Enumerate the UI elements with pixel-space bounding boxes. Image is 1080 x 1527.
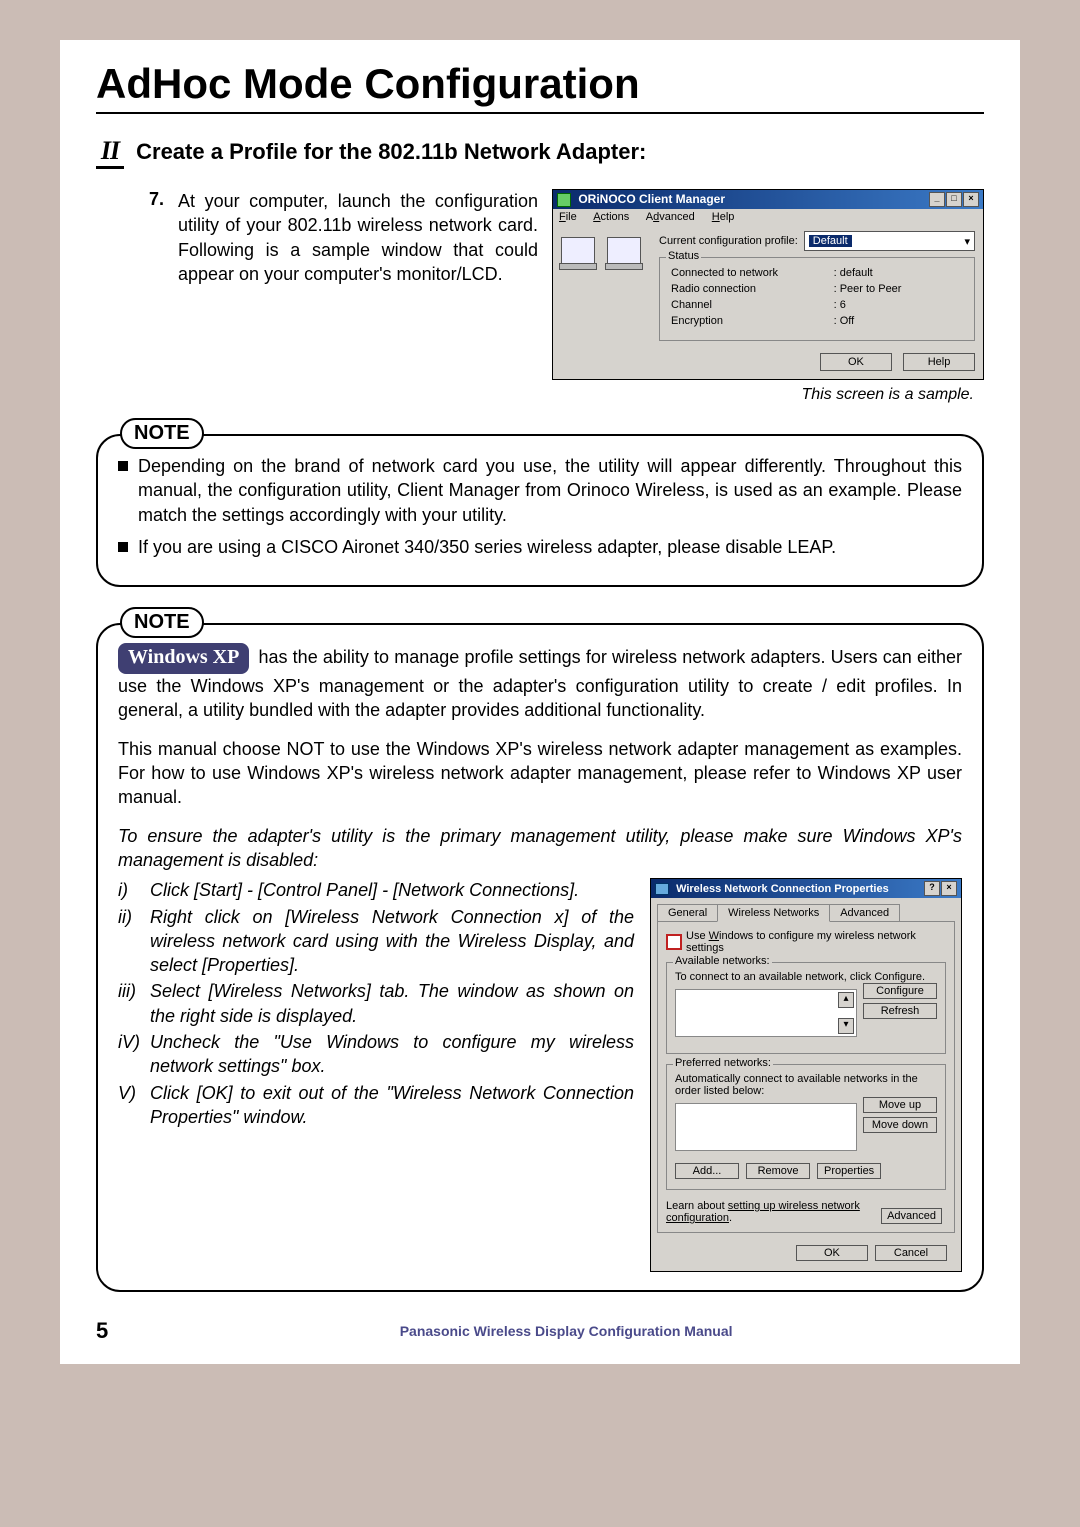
- window-titlebar: Wireless Network Connection Properties ?…: [651, 879, 961, 898]
- help-button[interactable]: Help: [903, 353, 975, 371]
- section-heading: II Create a Profile for the 802.11b Netw…: [96, 136, 984, 169]
- note2-para1: Windows XP has the ability to manage pro…: [118, 643, 962, 723]
- note1-item: Depending on the brand of network card y…: [118, 454, 962, 527]
- step-number: 7.: [136, 189, 164, 210]
- preferred-legend: Preferred networks:: [673, 1057, 773, 1069]
- profile-value: Default: [809, 235, 852, 247]
- radio-label: Radio connection: [670, 282, 831, 296]
- laptop-icon: [561, 237, 595, 265]
- network-icon: [655, 883, 669, 895]
- tab-wireless-networks[interactable]: Wireless Networks: [717, 904, 830, 922]
- ok-button[interactable]: OK: [820, 353, 892, 371]
- channel-value: : 6: [833, 298, 964, 312]
- preferred-listbox[interactable]: [675, 1103, 857, 1151]
- close-icon[interactable]: ×: [963, 192, 979, 207]
- note-label: NOTE: [120, 418, 204, 449]
- note2-para2: This manual choose NOT to use the Window…: [118, 737, 962, 810]
- use-windows-checkbox-row[interactable]: UUse Windows to configure my wireless ne…: [666, 930, 946, 954]
- status-legend: Status: [666, 250, 701, 262]
- tab-general[interactable]: General: [657, 904, 718, 921]
- step-item: iii)Select [Wireless Networks] tab. The …: [118, 979, 634, 1028]
- preferred-desc: Automatically connect to available netwo…: [675, 1073, 937, 1097]
- advanced-button[interactable]: Advanced: [881, 1208, 942, 1224]
- note2-italic-lead: To ensure the adapter's utility is the p…: [118, 824, 962, 873]
- windows-xp-badge: Windows XP: [118, 643, 249, 674]
- note-box-2: NOTE Windows XP has the ability to manag…: [96, 623, 984, 1292]
- section-roman: II: [96, 136, 124, 169]
- app-icon: [557, 193, 571, 207]
- connected-label: Connected to network: [670, 266, 831, 280]
- section-heading-text: Create a Profile for the 802.11b Network…: [136, 139, 646, 164]
- configure-button[interactable]: Configure: [863, 983, 937, 999]
- add-button[interactable]: Add...: [675, 1163, 739, 1179]
- step-item: ii)Right click on [Wireless Network Conn…: [118, 905, 634, 978]
- checkbox-icon[interactable]: [666, 934, 682, 950]
- page-number: 5: [96, 1318, 108, 1344]
- channel-label: Channel: [670, 298, 831, 312]
- menu-actions[interactable]: Actions: [593, 211, 629, 223]
- available-networks-group: Available networks: To connect to an ava…: [666, 962, 946, 1054]
- minimize-icon[interactable]: _: [929, 192, 945, 207]
- menu-advanced[interactable]: Advanced: [646, 211, 695, 223]
- profile-label: Current configuration profile:: [659, 235, 798, 247]
- step-item: iV)Uncheck the "Use Windows to configure…: [118, 1030, 634, 1079]
- move-up-button[interactable]: Move up: [863, 1097, 937, 1113]
- tab-strip: General Wireless Networks Advanced: [651, 898, 961, 921]
- scroll-down-icon[interactable]: ▾: [838, 1018, 854, 1034]
- status-group: Status Connected to network: default Rad…: [659, 257, 975, 341]
- scroll-up-icon[interactable]: ▴: [838, 992, 854, 1008]
- wireless-properties-window: Wireless Network Connection Properties ?…: [650, 878, 962, 1272]
- chevron-down-icon: ▾: [964, 235, 970, 248]
- tab-advanced[interactable]: Advanced: [829, 904, 900, 921]
- menu-bar: File Actions Advanced Help: [553, 209, 983, 225]
- encryption-label: Encryption: [670, 314, 831, 328]
- tab-body: UUse Windows to configure my wireless ne…: [657, 921, 955, 1233]
- menu-help[interactable]: Help: [712, 211, 735, 223]
- step-item: V)Click [OK] to exit out of the "Wireles…: [118, 1081, 634, 1130]
- radio-value: : Peer to Peer: [833, 282, 964, 296]
- learn-row: Learn about setting up wireless network …: [666, 1200, 946, 1224]
- note-box-1: NOTE Depending on the brand of network c…: [96, 434, 984, 587]
- properties-button[interactable]: Properties: [817, 1163, 881, 1179]
- ok-button[interactable]: OK: [796, 1245, 868, 1261]
- step-text: At your computer, launch the configurati…: [178, 189, 538, 286]
- window-title: ORiNOCO Client Manager: [578, 192, 725, 206]
- bullet-icon: [118, 542, 128, 552]
- move-down-button[interactable]: Move down: [863, 1117, 937, 1133]
- orinoco-body: Current configuration profile: Default ▾…: [553, 225, 983, 349]
- step-7-block: 7. At your computer, launch the configur…: [136, 189, 984, 404]
- step-item: i)Click [Start] - [Control Panel] - [Net…: [118, 878, 634, 902]
- title-underline: [96, 112, 984, 114]
- refresh-button[interactable]: Refresh: [863, 1003, 937, 1019]
- note1-item: If you are using a CISCO Aironet 340/350…: [118, 535, 962, 559]
- available-desc: To connect to an available network, clic…: [675, 971, 937, 983]
- remove-button[interactable]: Remove: [746, 1163, 810, 1179]
- close-icon[interactable]: ×: [941, 881, 957, 896]
- bullet-icon: [118, 461, 128, 471]
- page-footer: 5 Panasonic Wireless Display Configurati…: [96, 1318, 984, 1344]
- maximize-icon[interactable]: □: [946, 192, 962, 207]
- screenshot-caption: This screen is a sample.: [552, 386, 974, 404]
- page-title: AdHoc Mode Configuration: [96, 60, 984, 108]
- window-titlebar: ORiNOCO Client Manager _ □ ×: [553, 190, 983, 209]
- manual-title: Panasonic Wireless Display Configuration…: [148, 1323, 984, 1339]
- note-label: NOTE: [120, 607, 204, 638]
- document-page: AdHoc Mode Configuration II Create a Pro…: [60, 40, 1020, 1364]
- help-icon[interactable]: ?: [924, 881, 940, 896]
- preferred-networks-group: Preferred networks: Automatically connec…: [666, 1064, 946, 1190]
- cancel-button[interactable]: Cancel: [875, 1245, 947, 1261]
- available-listbox[interactable]: ▴ ▾: [675, 989, 857, 1037]
- xp-disable-steps: i)Click [Start] - [Control Panel] - [Net…: [118, 878, 634, 1131]
- laptop-icon: [607, 237, 641, 265]
- menu-file[interactable]: File: [559, 211, 577, 223]
- encryption-value: : Off: [833, 314, 964, 328]
- profile-dropdown[interactable]: Default ▾: [804, 231, 975, 251]
- available-legend: Available networks:: [673, 955, 772, 967]
- orinoco-client-manager-window: ORiNOCO Client Manager _ □ × File Action…: [552, 189, 984, 380]
- window-title: Wireless Network Connection Properties: [676, 883, 889, 895]
- connected-value: : default: [833, 266, 964, 280]
